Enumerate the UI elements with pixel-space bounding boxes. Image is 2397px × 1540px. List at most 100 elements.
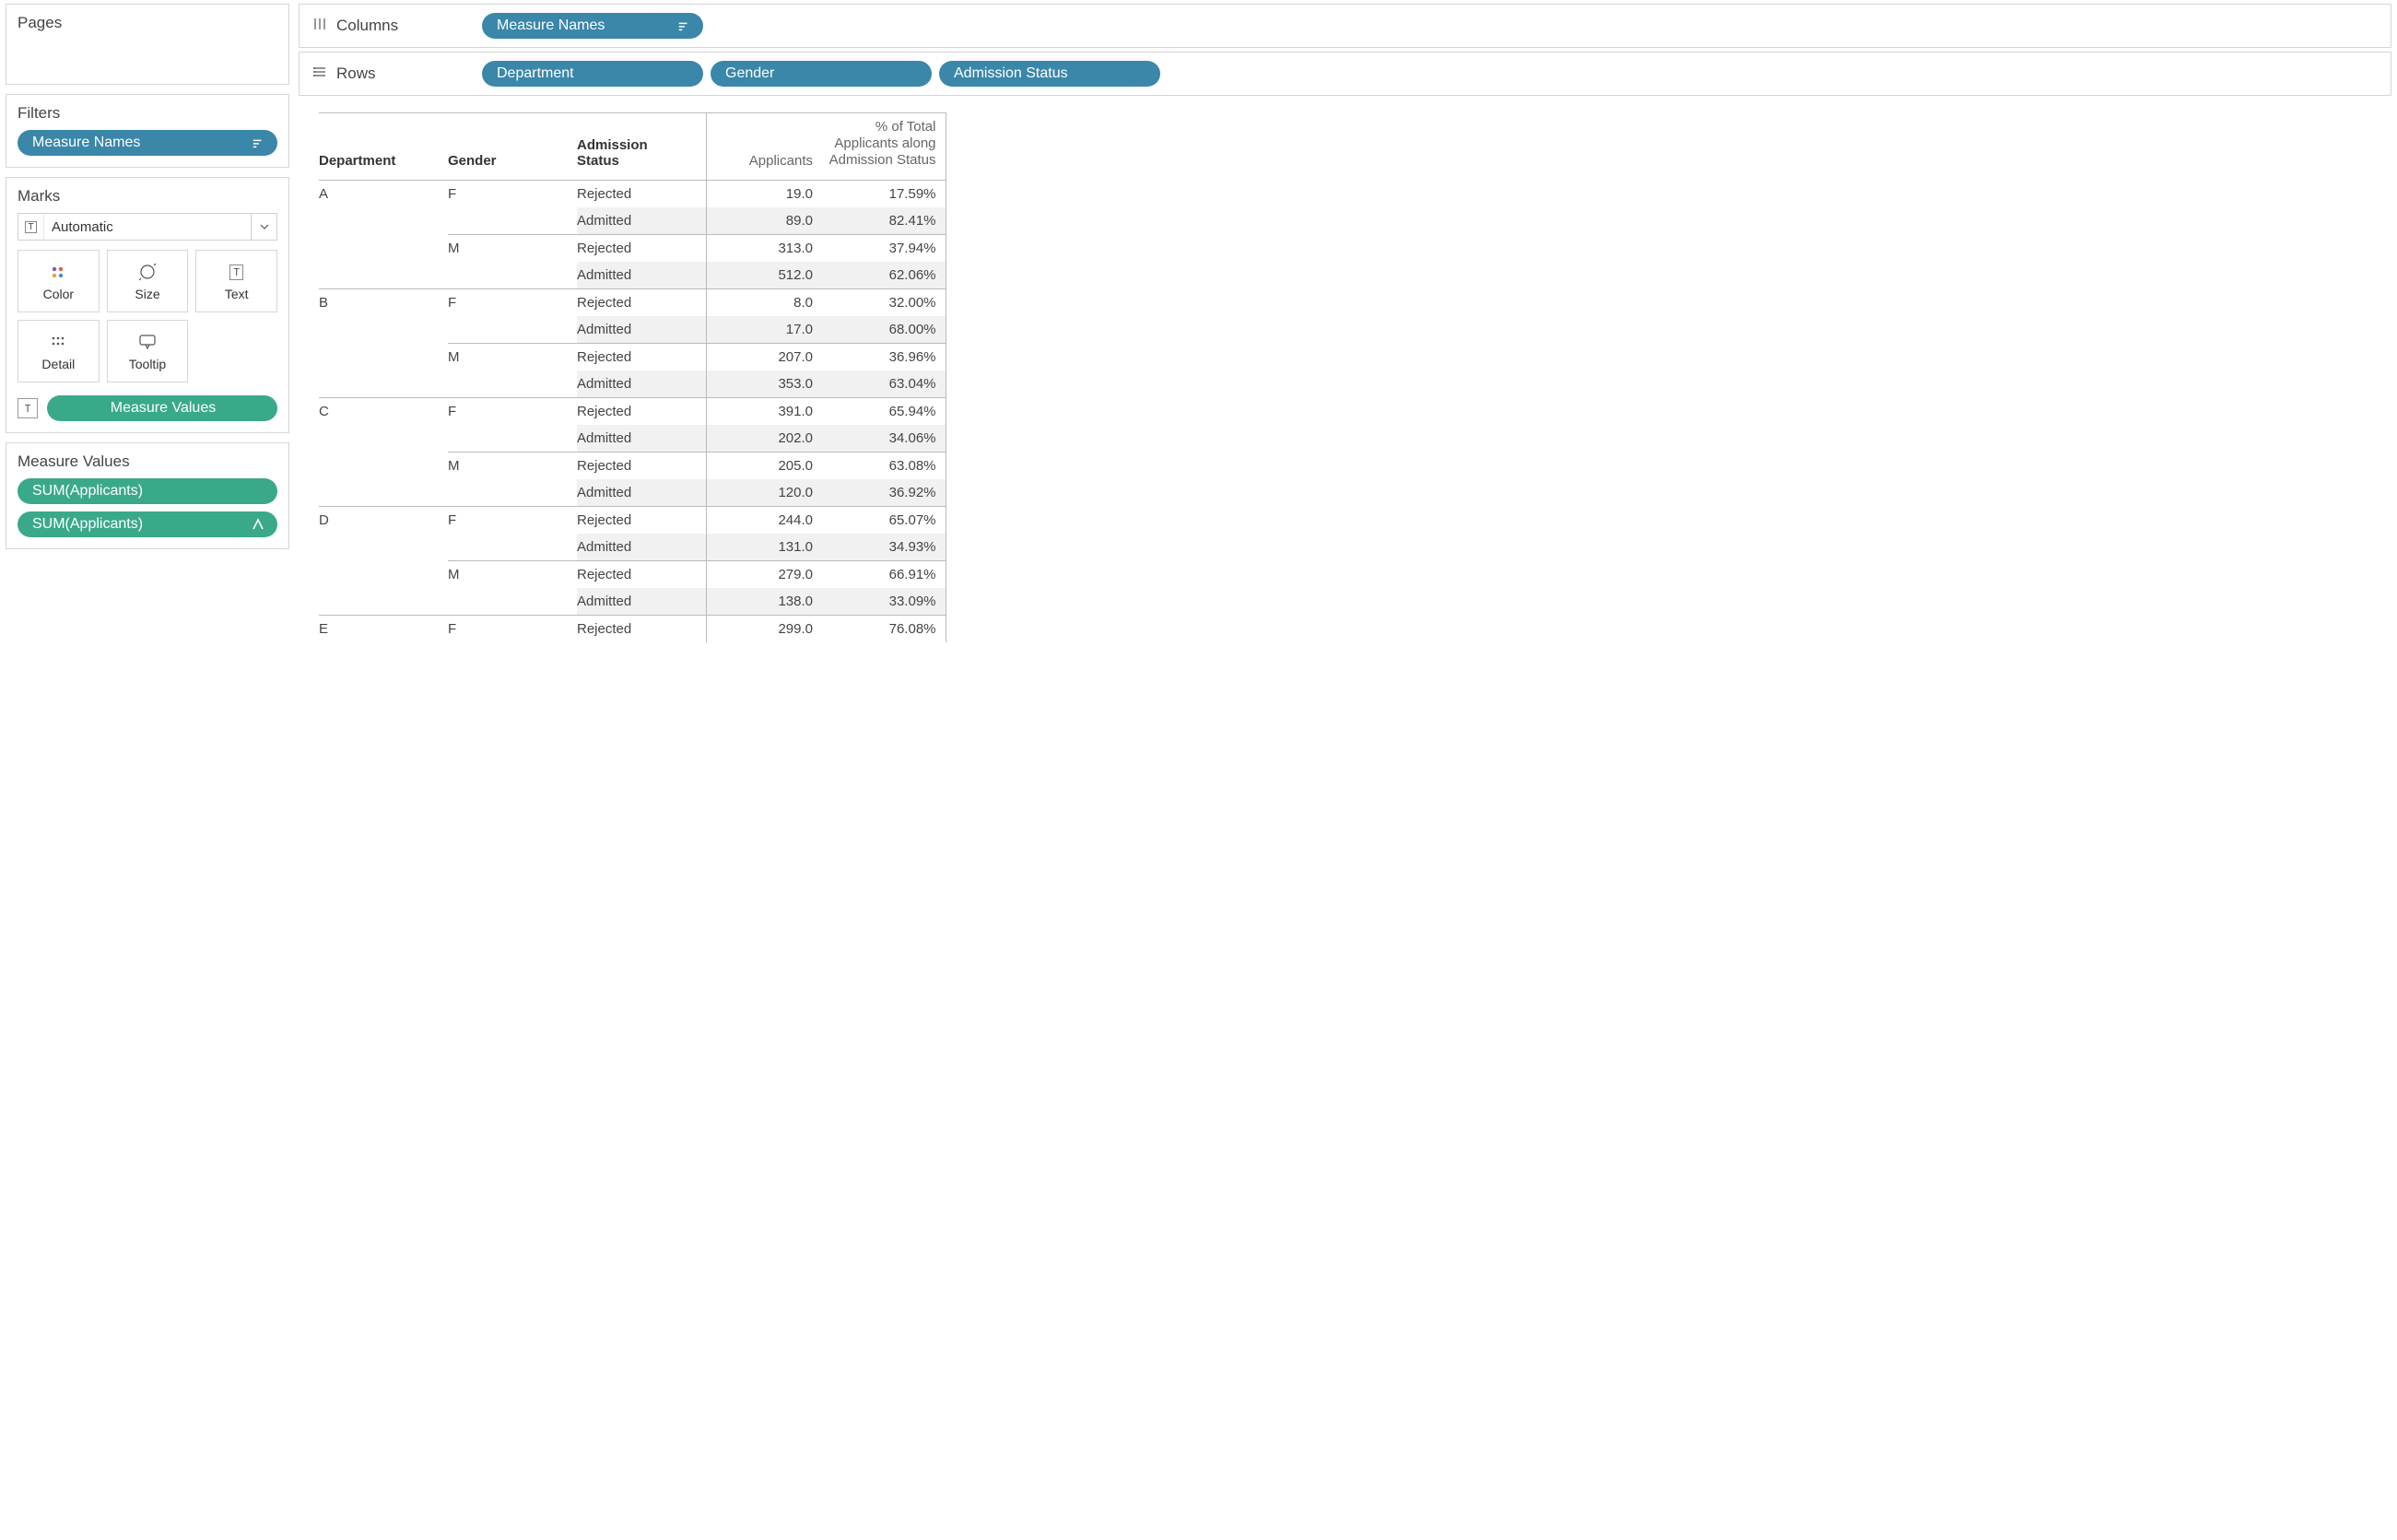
measure-value-pill[interactable]: SUM(Applicants) (18, 478, 277, 504)
cell-applicants: 512.0 (706, 262, 826, 289)
cell-status: Rejected (577, 561, 706, 589)
rows-shelf[interactable]: Rows DepartmentGenderAdmission Status (299, 52, 2391, 96)
sort-icon (677, 19, 690, 32)
cell-gender (448, 370, 577, 398)
cell-status: Admitted (577, 425, 706, 453)
marks-size-button[interactable]: Size (107, 250, 189, 312)
table-row[interactable]: MRejected205.063.08% (319, 453, 946, 480)
main-pane: Columns Measure Names Rows DepartmentGen… (293, 0, 2397, 1540)
rows-pill-label: Admission Status (954, 65, 1068, 82)
table-row[interactable]: Admitted17.068.00% (319, 316, 946, 344)
marks-type-label: Automatic (44, 219, 251, 235)
cell-pct: 68.00% (826, 316, 946, 344)
table-row[interactable]: MRejected207.036.96% (319, 344, 946, 371)
cell-status: Rejected (577, 289, 706, 317)
cell-gender: F (448, 181, 577, 208)
cell-pct: 65.07% (826, 507, 946, 535)
measure-value-pill[interactable]: SUM(Applicants) (18, 511, 277, 537)
cell-status: Rejected (577, 616, 706, 643)
columns-icon (312, 17, 327, 36)
table-row[interactable]: Admitted89.082.41% (319, 207, 946, 235)
table-row[interactable]: Admitted512.062.06% (319, 262, 946, 289)
cell-gender (448, 425, 577, 453)
cell-gender: F (448, 398, 577, 426)
table-row[interactable]: DFRejected244.065.07% (319, 507, 946, 535)
cell-gender: F (448, 507, 577, 535)
cell-applicants: 207.0 (706, 344, 826, 371)
filters-title: Filters (18, 104, 277, 123)
marks-pill-label: Measure Values (111, 400, 216, 417)
cell-applicants: 202.0 (706, 425, 826, 453)
cell-applicants: 313.0 (706, 235, 826, 263)
marks-type-dropdown[interactable]: T Automatic (18, 213, 277, 241)
table-row[interactable]: Admitted353.063.04% (319, 370, 946, 398)
marks-detail-label: Detail (41, 357, 75, 371)
cell-department (319, 316, 448, 344)
measure-values-shelf[interactable]: Measure Values SUM(Applicants)SUM(Applic… (6, 442, 289, 549)
marks-tooltip-button[interactable]: Tooltip (107, 320, 189, 382)
cell-pct: 63.04% (826, 370, 946, 398)
columns-shelf[interactable]: Columns Measure Names (299, 4, 2391, 48)
cell-pct: 65.94% (826, 398, 946, 426)
cell-status: Admitted (577, 370, 706, 398)
table-header-row: Department Gender Admission Status Appli… (319, 113, 946, 181)
header-gender[interactable]: Gender (448, 113, 577, 181)
cell-gender (448, 207, 577, 235)
table-row[interactable]: Admitted131.034.93% (319, 534, 946, 561)
cell-gender (448, 534, 577, 561)
rows-pill[interactable]: Gender (711, 61, 932, 87)
header-pct[interactable]: % of Total Applicants along Admission St… (826, 113, 946, 181)
pages-shelf[interactable]: Pages (6, 4, 289, 85)
rows-pill[interactable]: Admission Status (939, 61, 1160, 87)
text-mark-indicator-icon: T (18, 398, 38, 418)
cell-status: Admitted (577, 207, 706, 235)
filter-pill-measure-names[interactable]: Measure Names (18, 130, 277, 156)
pages-title: Pages (18, 14, 277, 32)
table-row[interactable]: CFRejected391.065.94% (319, 398, 946, 426)
cell-gender: F (448, 289, 577, 317)
rows-pill-label: Gender (725, 65, 774, 82)
cell-gender: M (448, 561, 577, 589)
marks-detail-button[interactable]: Detail (18, 320, 100, 382)
viz-area: Department Gender Admission Status Appli… (293, 96, 2397, 1540)
detail-icon (49, 331, 67, 353)
cell-pct: 17.59% (826, 181, 946, 208)
filter-pill-label: Measure Names (32, 135, 140, 151)
color-icon (49, 261, 67, 283)
filters-shelf[interactable]: Filters Measure Names (6, 94, 289, 168)
cell-applicants: 19.0 (706, 181, 826, 208)
cell-gender: M (448, 344, 577, 371)
cell-applicants: 299.0 (706, 616, 826, 643)
cell-department (319, 262, 448, 289)
cell-applicants: 279.0 (706, 561, 826, 589)
cell-status: Admitted (577, 316, 706, 344)
marks-tooltip-label: Tooltip (129, 357, 166, 371)
marks-pill-measure-values[interactable]: Measure Values (47, 395, 277, 421)
marks-color-button[interactable]: Color (18, 250, 100, 312)
table-row[interactable]: Admitted138.033.09% (319, 588, 946, 616)
table-row[interactable]: BFRejected8.032.00% (319, 289, 946, 317)
table-row[interactable]: Admitted202.034.06% (319, 425, 946, 453)
marks-text-button[interactable]: T Text (195, 250, 277, 312)
table-row[interactable]: MRejected313.037.94% (319, 235, 946, 263)
columns-pill-label: Measure Names (497, 18, 605, 34)
sort-icon (252, 136, 264, 149)
table-row[interactable]: Admitted120.036.92% (319, 479, 946, 507)
cell-department: E (319, 616, 448, 643)
rows-pill[interactable]: Department (482, 61, 703, 87)
columns-pill[interactable]: Measure Names (482, 13, 703, 39)
table-row[interactable]: AFRejected19.017.59% (319, 181, 946, 208)
marks-color-label: Color (43, 287, 74, 301)
columns-label: Columns (336, 17, 398, 35)
table-row[interactable]: MRejected279.066.91% (319, 561, 946, 589)
header-status[interactable]: Admission Status (577, 113, 706, 181)
cell-status: Admitted (577, 479, 706, 507)
measure-value-pill-label: SUM(Applicants) (32, 483, 143, 500)
cell-gender: F (448, 616, 577, 643)
header-applicants[interactable]: Applicants (706, 113, 826, 181)
cell-applicants: 205.0 (706, 453, 826, 480)
cell-status: Admitted (577, 534, 706, 561)
table-row[interactable]: EFRejected299.076.08% (319, 616, 946, 643)
cell-status: Rejected (577, 344, 706, 371)
header-department[interactable]: Department (319, 113, 448, 181)
